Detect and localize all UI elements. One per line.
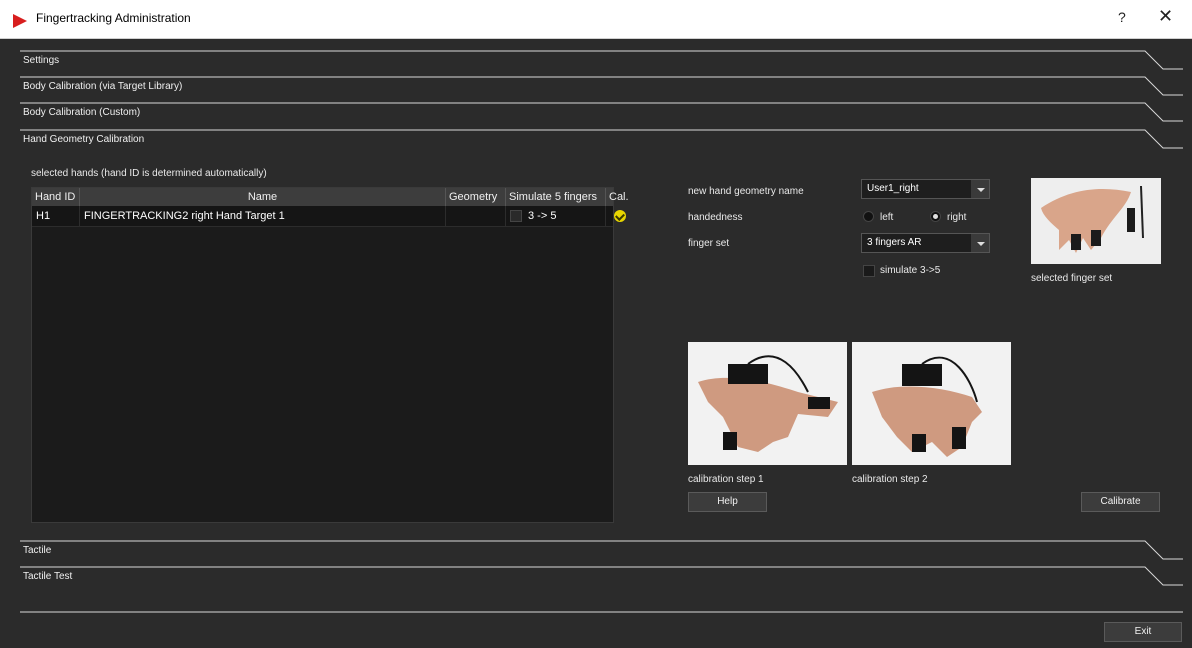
- right-radio[interactable]: [930, 211, 941, 222]
- simulate-checkbox-label[interactable]: simulate 3->5: [880, 265, 940, 276]
- finger-set-value: 3 fingers AR: [867, 237, 922, 248]
- section-tactile-test[interactable]: Tactile Test: [23, 571, 72, 582]
- simulate-checkbox[interactable]: [863, 265, 875, 277]
- right-radio-label[interactable]: right: [947, 212, 966, 223]
- chevron-down-icon[interactable]: [971, 234, 989, 252]
- hands-caption: selected hands (hand ID is determined au…: [31, 168, 267, 179]
- geometry-name-label: new hand geometry name: [688, 186, 804, 197]
- simulate-row-checkbox[interactable]: [510, 210, 522, 223]
- finger-set-caption: selected finger set: [1031, 273, 1113, 284]
- calibration-step2-image: [852, 342, 1011, 465]
- section-tactile[interactable]: Tactile: [23, 545, 51, 556]
- calibrated-check-icon: [614, 210, 626, 222]
- handedness-label: handedness: [688, 212, 743, 223]
- left-radio-label[interactable]: left: [880, 212, 893, 223]
- left-radio[interactable]: [863, 211, 874, 222]
- finger-set-label: finger set: [688, 238, 730, 249]
- table-row[interactable]: H1 FINGERTRACKING2 right Hand Target 1 3…: [32, 206, 626, 227]
- section-hand-geometry[interactable]: Hand Geometry Calibration: [23, 134, 144, 145]
- col-cal[interactable]: Cal.: [606, 188, 638, 206]
- cell-simulate-value: 3 -> 5: [528, 210, 557, 222]
- tactile-separator: [20, 540, 1183, 560]
- section-body-custom[interactable]: Body Calibration (Custom): [23, 107, 140, 118]
- geometry-name-value: User1_right: [867, 183, 919, 194]
- cell-cal: [606, 206, 638, 226]
- hands-table[interactable]: Hand ID Name Geometry Simulate 5 fingers…: [31, 187, 629, 523]
- cell-name: FINGERTRACKING2 right Hand Target 1: [80, 206, 446, 226]
- settings-separator: [20, 50, 1183, 70]
- finger-set-image: [1031, 178, 1161, 264]
- geometry-name-combo[interactable]: User1_right: [861, 179, 990, 199]
- section-body-target[interactable]: Body Calibration (via Target Library): [23, 81, 182, 92]
- tactile-test-separator: [20, 566, 1183, 586]
- calibration-step1-image: [688, 342, 847, 465]
- body-custom-separator: [20, 102, 1183, 122]
- step1-caption: calibration step 1: [688, 474, 764, 485]
- body-target-separator: [20, 76, 1183, 96]
- step2-caption: calibration step 2: [852, 474, 928, 485]
- chevron-down-icon[interactable]: [971, 180, 989, 198]
- col-hand-id[interactable]: Hand ID: [32, 188, 80, 206]
- exit-button[interactable]: Exit: [1104, 622, 1182, 642]
- col-geometry[interactable]: Geometry: [446, 188, 506, 206]
- finger-set-combo[interactable]: 3 fingers AR: [861, 233, 990, 253]
- cell-simulate: 3 -> 5: [506, 206, 606, 226]
- section-settings[interactable]: Settings: [23, 55, 59, 66]
- hand-geometry-separator: [20, 129, 1183, 149]
- calibrate-button[interactable]: Calibrate: [1081, 492, 1160, 512]
- table-header: Hand ID Name Geometry Simulate 5 fingers…: [32, 188, 629, 206]
- help-button[interactable]: Help: [688, 492, 767, 512]
- cell-geometry: [446, 206, 506, 226]
- col-name[interactable]: Name: [80, 188, 446, 206]
- cell-hand-id: H1: [32, 206, 80, 226]
- col-simulate[interactable]: Simulate 5 fingers: [506, 188, 606, 206]
